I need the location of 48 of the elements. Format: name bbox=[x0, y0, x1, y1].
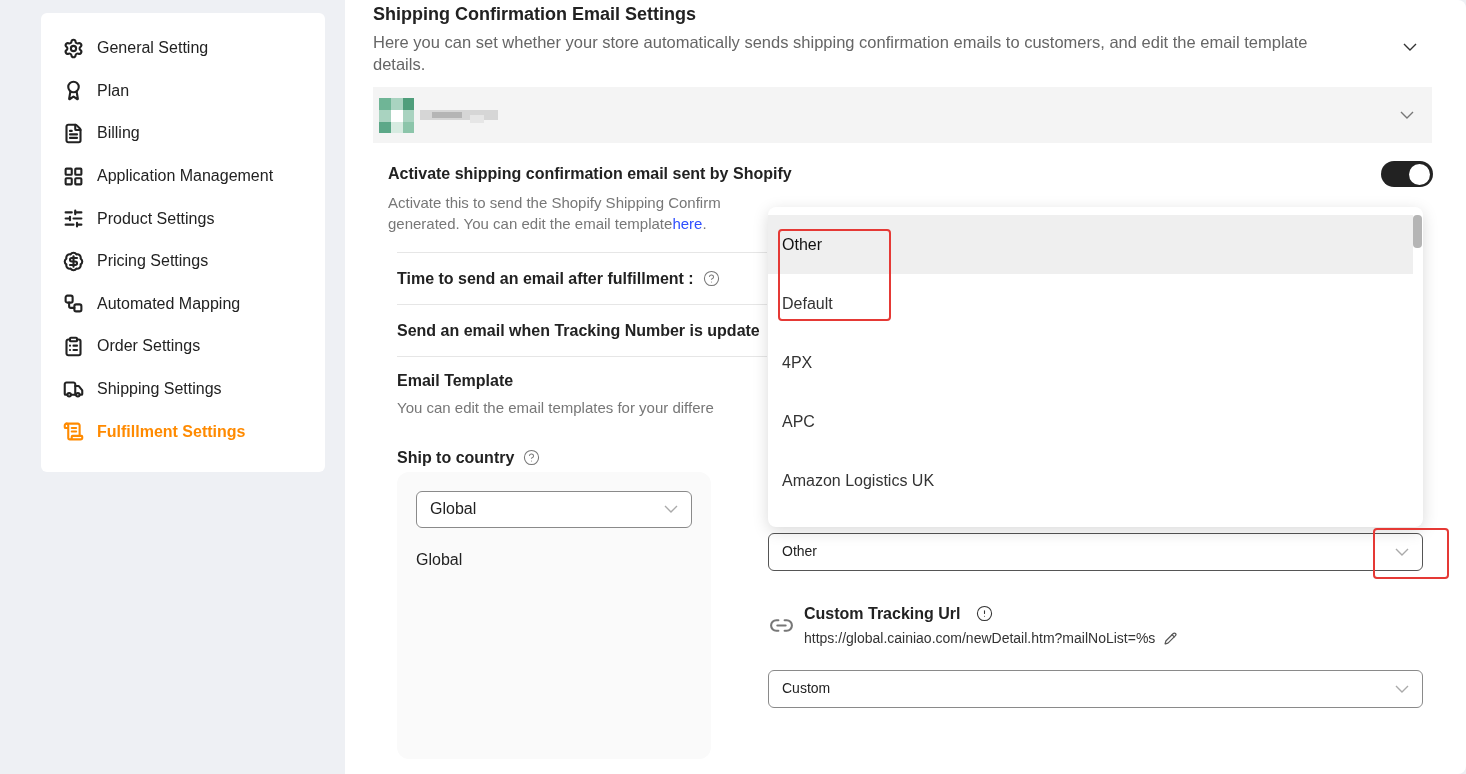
dropdown-option[interactable]: Other bbox=[768, 215, 1413, 274]
carrier-select[interactable]: Other bbox=[768, 532, 1423, 571]
setting-label: Ship to country bbox=[397, 447, 515, 468]
info-icon[interactable] bbox=[976, 605, 994, 622]
tracking-select[interactable]: Custom bbox=[768, 669, 1423, 708]
document-icon bbox=[63, 421, 84, 443]
sidebar-item[interactable]: Billing bbox=[63, 112, 325, 155]
template-link[interactable]: here bbox=[672, 213, 703, 234]
country-select[interactable]: Global bbox=[416, 490, 692, 528]
clipboard-icon bbox=[63, 335, 84, 357]
period-text: . bbox=[702, 214, 707, 234]
chevron-down-icon[interactable] bbox=[1403, 43, 1417, 51]
sidebar-item[interactable]: Product Settings bbox=[63, 197, 325, 240]
section-title: Shipping Confirmation Email Settings bbox=[373, 3, 697, 25]
sliders-icon bbox=[63, 208, 84, 230]
setting-label: Time to send an email after fulfillment : bbox=[397, 268, 694, 289]
sidebar-item[interactable]: General Setting bbox=[63, 27, 325, 70]
chevron-down-icon bbox=[664, 505, 678, 513]
toggle-switch[interactable] bbox=[1381, 161, 1433, 187]
invoice-icon bbox=[63, 123, 84, 144]
sidebar-item[interactable]: Shipping Settings bbox=[63, 367, 325, 411]
setting-description: You can edit the email templates for your differe bbox=[397, 398, 715, 418]
help-icon[interactable] bbox=[523, 449, 541, 466]
sidebar-item[interactable]: Application Management bbox=[63, 154, 325, 198]
chevron-down-icon bbox=[1395, 684, 1409, 693]
sidebar-item[interactable]: Automated Mapping bbox=[63, 282, 325, 326]
dollar-icon bbox=[63, 250, 84, 272]
tracking-url: https://global.cainiao.com/newDetail.htm?mailNoList=%s bbox=[804, 628, 1156, 648]
grid-icon bbox=[63, 165, 84, 187]
edit-icon[interactable] bbox=[1164, 631, 1178, 645]
help-icon[interactable] bbox=[702, 270, 720, 287]
setting-label: Activate shipping confirmation email sent by Shopify bbox=[388, 164, 792, 184]
sidebar-item[interactable]: Plan bbox=[63, 69, 325, 113]
truck-icon bbox=[63, 378, 84, 400]
section-description: Here you can set whether your store automatically sends shipping confirmation emails to customers, and edit the email template details. bbox=[373, 32, 1309, 75]
tracking-title: Custom Tracking Url bbox=[804, 603, 961, 624]
setting-description: generated. You can edit the email template bbox=[388, 214, 673, 234]
scrollbar-thumb[interactable] bbox=[1413, 215, 1422, 248]
workflow-icon bbox=[63, 293, 84, 315]
setting-description: Activate this to send the Shopify Shipping Confirm bbox=[388, 193, 722, 213]
setting-label: Send an email when Tracking Number is update bbox=[397, 320, 760, 341]
chevron-down-icon bbox=[1400, 111, 1414, 119]
sidebar-item[interactable]: Order Settings bbox=[63, 325, 325, 368]
setting-label: Email Template bbox=[397, 371, 515, 391]
sidebar-item[interactable]: Pricing Settings bbox=[63, 239, 325, 283]
chevron-down-icon bbox=[1395, 547, 1409, 556]
country-item[interactable]: Global bbox=[416, 547, 692, 572]
settings-icon bbox=[63, 37, 84, 59]
